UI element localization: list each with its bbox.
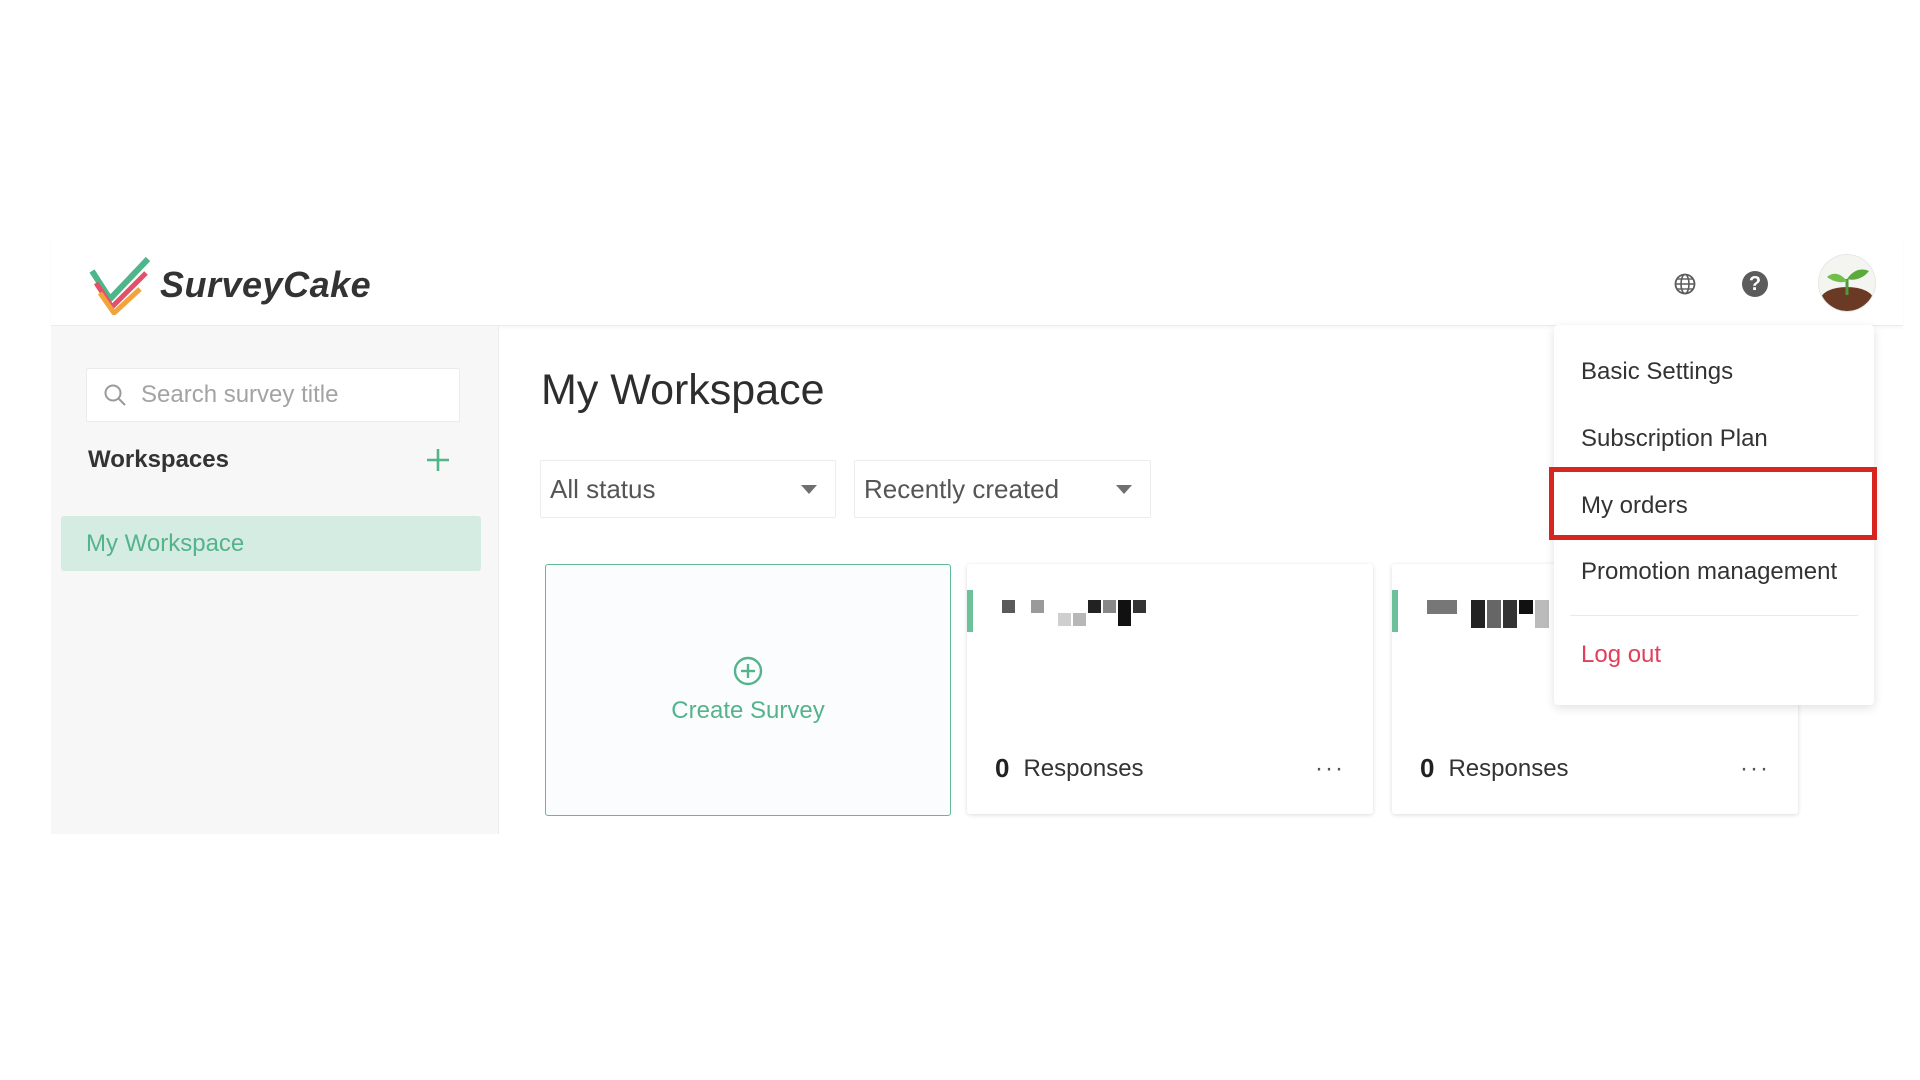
menu-item-label: Basic Settings bbox=[1581, 358, 1734, 385]
menu-divider bbox=[1570, 615, 1858, 616]
logo-check-icon bbox=[89, 256, 151, 315]
search-input[interactable] bbox=[139, 380, 453, 410]
help-icon[interactable]: ? bbox=[1742, 271, 1768, 297]
sidebar-item-label: My Workspace bbox=[86, 529, 245, 557]
brand-name: SurveyCake bbox=[160, 264, 372, 305]
sort-value: Recently created bbox=[864, 473, 1060, 504]
menu-item-label: Log out bbox=[1581, 641, 1662, 668]
menu-item-label: Promotion management bbox=[1581, 558, 1838, 585]
caret-down-icon bbox=[1116, 484, 1132, 494]
account-dropdown-menu: Basic Settings Subscription Plan My orde… bbox=[1554, 325, 1874, 705]
menu-item-subscription-plan[interactable]: Subscription Plan bbox=[1554, 411, 1874, 467]
top-header: SurveyCake ? bbox=[51, 240, 1903, 326]
menu-item-label: Subscription Plan bbox=[1581, 425, 1768, 452]
workspaces-header: Workspaces bbox=[88, 440, 458, 480]
create-survey-card[interactable]: Create Survey bbox=[545, 564, 951, 816]
plus-icon bbox=[427, 449, 449, 471]
menu-item-basic-settings[interactable]: Basic Settings bbox=[1554, 344, 1874, 400]
status-bar bbox=[1392, 590, 1398, 632]
sidebar-item-my-workspace[interactable]: My Workspace bbox=[61, 516, 481, 571]
menu-item-label: My orders bbox=[1581, 492, 1688, 519]
sprout-icon bbox=[1819, 255, 1875, 311]
more-options-icon[interactable]: ··· bbox=[1740, 755, 1770, 783]
brand-logo[interactable]: SurveyCake bbox=[88, 255, 371, 315]
status-filter-value: All status bbox=[550, 473, 656, 504]
menu-item-promotion-management[interactable]: Promotion management bbox=[1554, 544, 1874, 600]
create-survey-label: Create Survey bbox=[671, 697, 825, 724]
responses-label: Responses bbox=[1448, 754, 1569, 782]
redacted-title bbox=[1002, 600, 1148, 630]
more-options-icon[interactable]: ··· bbox=[1315, 755, 1345, 783]
add-workspace-button[interactable] bbox=[418, 440, 458, 480]
language-globe-icon[interactable] bbox=[1671, 270, 1699, 298]
workspaces-title: Workspaces bbox=[88, 446, 229, 473]
menu-item-my-orders[interactable]: My orders bbox=[1554, 478, 1874, 534]
status-bar bbox=[967, 590, 973, 632]
survey-card[interactable]: 0 Responses ··· bbox=[967, 564, 1373, 814]
sort-select[interactable]: Recently created bbox=[854, 460, 1151, 518]
menu-item-log-out[interactable]: Log out bbox=[1554, 627, 1874, 683]
sidebar: Workspaces My Workspace bbox=[51, 326, 499, 834]
user-avatar[interactable] bbox=[1819, 255, 1875, 311]
search-box bbox=[86, 368, 460, 422]
response-count: 0 bbox=[995, 753, 1010, 783]
caret-down-icon bbox=[801, 484, 817, 494]
page-title: My Workspace bbox=[541, 366, 825, 414]
card-footer: 0 Responses ··· bbox=[995, 753, 1345, 784]
search-icon bbox=[104, 384, 126, 406]
redacted-title bbox=[1427, 600, 1551, 630]
responses-label: Responses bbox=[1023, 754, 1144, 782]
response-count: 0 bbox=[1420, 753, 1435, 783]
card-footer: 0 Responses ··· bbox=[1420, 753, 1770, 784]
plus-circle-icon bbox=[733, 656, 763, 686]
status-filter-select[interactable]: All status bbox=[540, 460, 836, 518]
